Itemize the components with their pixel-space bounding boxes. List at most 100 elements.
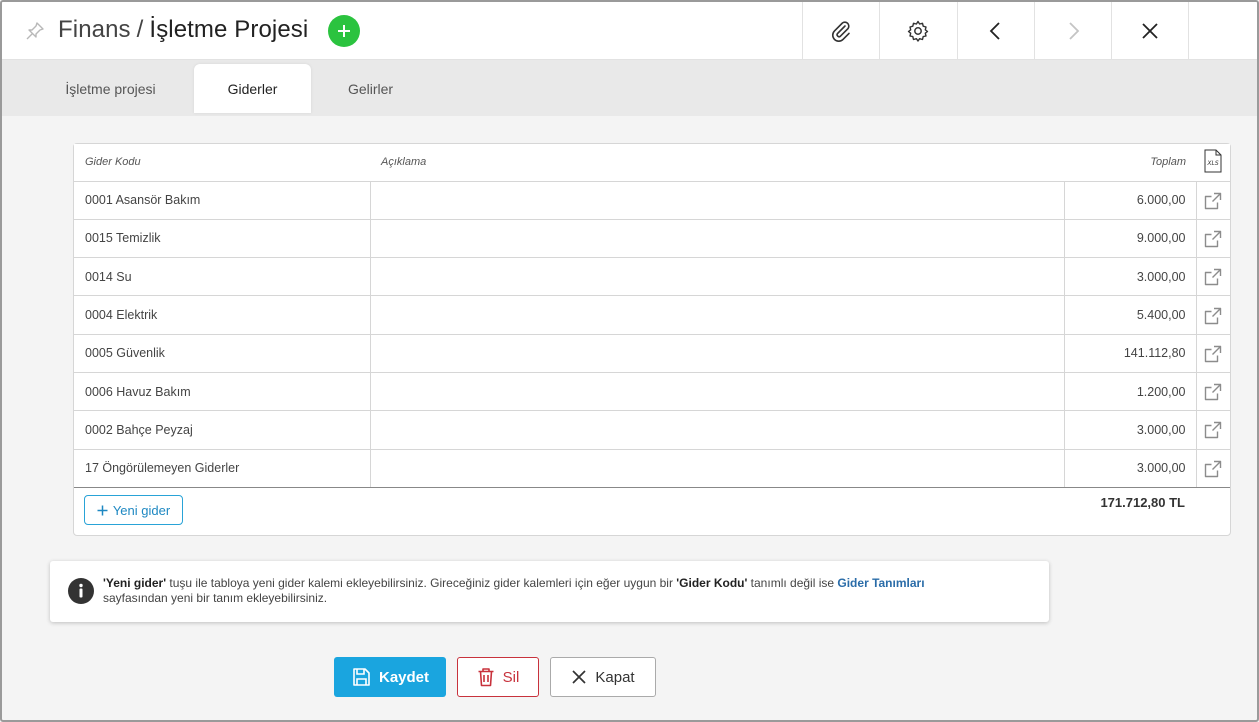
close-icon	[572, 670, 586, 684]
info-quote-gider-kodu: 'Gider Kodu'	[676, 576, 748, 590]
trash-icon	[478, 668, 494, 687]
previous-button[interactable]	[957, 2, 1034, 60]
gear-icon	[907, 20, 929, 42]
open-detail-button[interactable]	[1196, 372, 1230, 412]
column-header-code[interactable]: Gider Kodu	[74, 144, 370, 182]
cell-gider-kodu[interactable]: 0002 Bahçe Peyzaj	[74, 410, 371, 450]
close-button[interactable]: Kapat	[550, 657, 656, 697]
close-icon	[1142, 23, 1158, 39]
tab-isletme-projesi[interactable]: İşletme projesi	[52, 64, 169, 113]
table-row[interactable]: 0002 Bahçe Peyzaj 3.000,00	[74, 410, 1230, 450]
cell-gider-kodu[interactable]: 0014 Su	[74, 257, 371, 297]
tab-gelirler[interactable]: Gelirler	[312, 64, 429, 113]
info-box: 'Yeni gider' tuşu ile tabloya yeni gider…	[50, 561, 1049, 622]
external-link-icon	[1203, 459, 1223, 482]
cell-toplam[interactable]: 1.200,00	[1064, 372, 1197, 412]
header-spacer	[1188, 2, 1257, 60]
cell-gider-kodu[interactable]: 0004 Elektrik	[74, 295, 371, 335]
cell-toplam[interactable]: 9.000,00	[1064, 219, 1197, 259]
open-detail-button[interactable]	[1196, 219, 1230, 259]
cell-aciklama[interactable]	[370, 181, 1065, 220]
table-row[interactable]: 0014 Su 3.000,00	[74, 257, 1230, 297]
close-label: Kapat	[595, 668, 635, 686]
external-link-icon	[1203, 344, 1223, 367]
cell-aciklama[interactable]	[370, 334, 1065, 373]
open-detail-button[interactable]	[1196, 257, 1230, 297]
open-detail-button[interactable]	[1196, 181, 1230, 220]
external-link-icon	[1203, 267, 1223, 290]
delete-label: Sil	[502, 668, 520, 686]
chevron-right-icon	[1069, 22, 1080, 40]
column-header-total[interactable]: Toplam	[1064, 144, 1196, 182]
open-detail-button[interactable]	[1196, 334, 1230, 373]
breadcrumb-current: İşletme Projesi	[149, 16, 309, 43]
cell-gider-kodu[interactable]: 0006 Havuz Bakım	[74, 372, 371, 412]
attach-button[interactable]	[802, 2, 879, 60]
new-expense-label: Yeni gider	[112, 502, 171, 518]
cell-aciklama[interactable]	[370, 257, 1065, 297]
xls-label: XLS	[1206, 160, 1218, 167]
cell-toplam[interactable]: 141.112,80	[1064, 334, 1197, 373]
xls-export-button[interactable]: XLS	[1196, 144, 1230, 182]
tab-bar: İşletme projesi Giderler Gelirler	[2, 60, 1257, 116]
table-row[interactable]: 17 Öngörülemeyen Giderler 3.000,00	[74, 449, 1230, 488]
grand-total: 171.712,80 TL	[1100, 495, 1185, 510]
cell-gider-kodu[interactable]: 0015 Temizlik	[74, 219, 371, 259]
cell-toplam[interactable]: 3.000,00	[1064, 257, 1197, 297]
table-row[interactable]: 0015 Temizlik 9.000,00	[74, 219, 1230, 259]
page-title: Finans / İşletme Projesi	[58, 16, 308, 44]
breadcrumb-module[interactable]: Finans	[58, 16, 131, 43]
cell-toplam[interactable]: 3.000,00	[1064, 410, 1197, 450]
open-detail-button[interactable]	[1196, 410, 1230, 450]
open-detail-button[interactable]	[1196, 295, 1230, 335]
add-button[interactable]	[328, 15, 360, 47]
cell-toplam[interactable]: 6.000,00	[1064, 181, 1197, 220]
cell-gider-kodu[interactable]: 0001 Asansör Bakım	[74, 181, 371, 220]
xls-file-icon: XLS	[1204, 149, 1222, 173]
info-text-part1: tuşu ile tabloya yeni gider kalemi ekley…	[166, 576, 677, 590]
column-header-desc[interactable]: Açıklama	[370, 144, 1064, 182]
info-icon	[68, 578, 94, 604]
external-link-icon	[1203, 306, 1223, 329]
info-text-part2: tanımlı değil ise	[747, 576, 838, 590]
pin-icon[interactable]	[24, 20, 46, 42]
table-row[interactable]: 0005 Güvenlik 141.112,80	[74, 334, 1230, 373]
cell-toplam[interactable]: 5.400,00	[1064, 295, 1197, 335]
save-button[interactable]: Kaydet	[334, 657, 446, 697]
cell-gider-kodu[interactable]: 17 Öngörülemeyen Giderler	[74, 449, 371, 488]
delete-button[interactable]: Sil	[457, 657, 539, 697]
table-row[interactable]: 0006 Havuz Bakım 1.200,00	[74, 372, 1230, 412]
cell-toplam[interactable]: 3.000,00	[1064, 449, 1197, 488]
table-row[interactable]: 0001 Asansör Bakım 6.000,00	[74, 181, 1230, 220]
cell-aciklama[interactable]	[370, 449, 1065, 488]
cell-aciklama[interactable]	[370, 219, 1065, 259]
breadcrumb-separator: /	[136, 16, 144, 43]
chevron-left-icon	[989, 22, 1000, 40]
external-link-icon	[1203, 420, 1223, 443]
new-expense-button[interactable]: Yeni gider	[84, 495, 183, 525]
cell-aciklama[interactable]	[370, 410, 1065, 450]
close-window-button[interactable]	[1111, 2, 1188, 60]
tab-giderler[interactable]: Giderler	[194, 64, 311, 113]
external-link-icon	[1203, 382, 1223, 405]
external-link-icon	[1203, 191, 1223, 214]
external-link-icon	[1203, 229, 1223, 252]
expense-table-card: Gider Kodu Açıklama Toplam XLS 0001 Asan…	[73, 143, 1231, 536]
info-text-part3: sayfasından yeni bir tanım ekleyebilirsi…	[103, 591, 328, 605]
paperclip-icon	[832, 21, 850, 42]
plus-icon	[338, 25, 350, 37]
cell-aciklama[interactable]	[370, 295, 1065, 335]
info-quote-yeni-gider: 'Yeni gider'	[103, 576, 167, 590]
next-button[interactable]	[1034, 2, 1111, 60]
settings-button[interactable]	[879, 2, 956, 60]
plus-icon	[97, 505, 108, 515]
gider-tanimlari-link[interactable]: Gider Tanımları	[837, 576, 924, 590]
header-bar: Finans / İşletme Projesi	[2, 2, 1257, 60]
table-row[interactable]: 0004 Elektrik 5.400,00	[74, 295, 1230, 335]
cell-aciklama[interactable]	[370, 372, 1065, 412]
open-detail-button[interactable]	[1196, 449, 1230, 488]
floppy-icon	[353, 668, 370, 686]
cell-gider-kodu[interactable]: 0005 Güvenlik	[74, 334, 371, 373]
table-header-row: Gider Kodu Açıklama Toplam XLS	[74, 144, 1230, 182]
save-label: Kaydet	[378, 668, 430, 686]
